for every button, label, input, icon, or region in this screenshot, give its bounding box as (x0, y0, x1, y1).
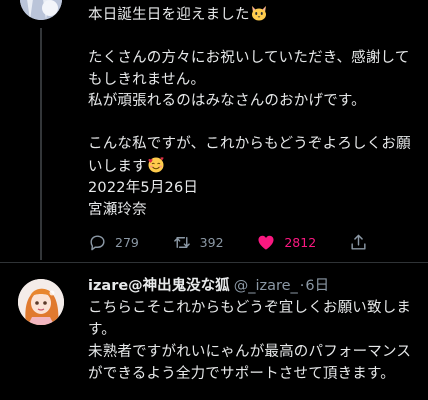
tweet-divider (0, 262, 428, 263)
like-count: 2812 (284, 234, 317, 250)
retweet-icon (173, 236, 190, 248)
reply-icon (90, 234, 105, 250)
reply-author-handle[interactable]: @_izare_ (234, 278, 298, 294)
reply-button[interactable]: 279 (88, 233, 139, 252)
cat-face-emoji-icon (251, 6, 266, 21)
reply-header: izare@神出鬼没な狐 @_izare_ ·6日 (88, 276, 423, 296)
retweet-button[interactable]: 392 (172, 233, 224, 252)
tweet-paragraph-2: たくさんの方々にお祝いしていただき、感謝してもしきれません。 私が頑張れるのはみ… (88, 50, 410, 109)
retweet-count: 392 (199, 234, 224, 250)
like-button[interactable]: 2812 (256, 233, 316, 252)
reply-dot-separator: · (299, 278, 305, 294)
tweet-paragraph-3: こんな私ですが、これからもどうぞよろしくお願いします (88, 136, 411, 175)
reply-avatar-image (18, 279, 64, 325)
share-button[interactable] (349, 233, 368, 252)
thread-connector-line (40, 28, 42, 260)
tweet-action-bar: 279 392 2812 (88, 231, 368, 253)
reply-author-avatar[interactable] (18, 279, 64, 325)
reply-author-name[interactable]: izare@神出鬼没な狐 (88, 278, 230, 294)
tweet-signature: 宮瀬玲奈 (88, 201, 147, 218)
share-icon (351, 234, 366, 250)
author-avatar-image (20, 0, 62, 20)
tweet-date: 2022年5月26日 (88, 180, 199, 196)
author-avatar[interactable] (20, 0, 62, 20)
smiling-face-with-hearts-emoji-icon (148, 156, 164, 172)
reply-text: こちらこそこれからもどうぞ宜しくお願い致します。 未熟者ですがれいにゃんが最高の… (88, 300, 412, 382)
reply-timestamp[interactable]: 6日 (305, 278, 329, 294)
tweet-line-1: 本日誕生日を迎えました (88, 7, 250, 23)
tweet-text: 本日誕生日を迎えました たくさんの方々にお祝いしていただき、感謝してもしきれませ… (88, 4, 418, 221)
reply-count: 279 (115, 234, 139, 250)
heart-icon (258, 235, 274, 250)
